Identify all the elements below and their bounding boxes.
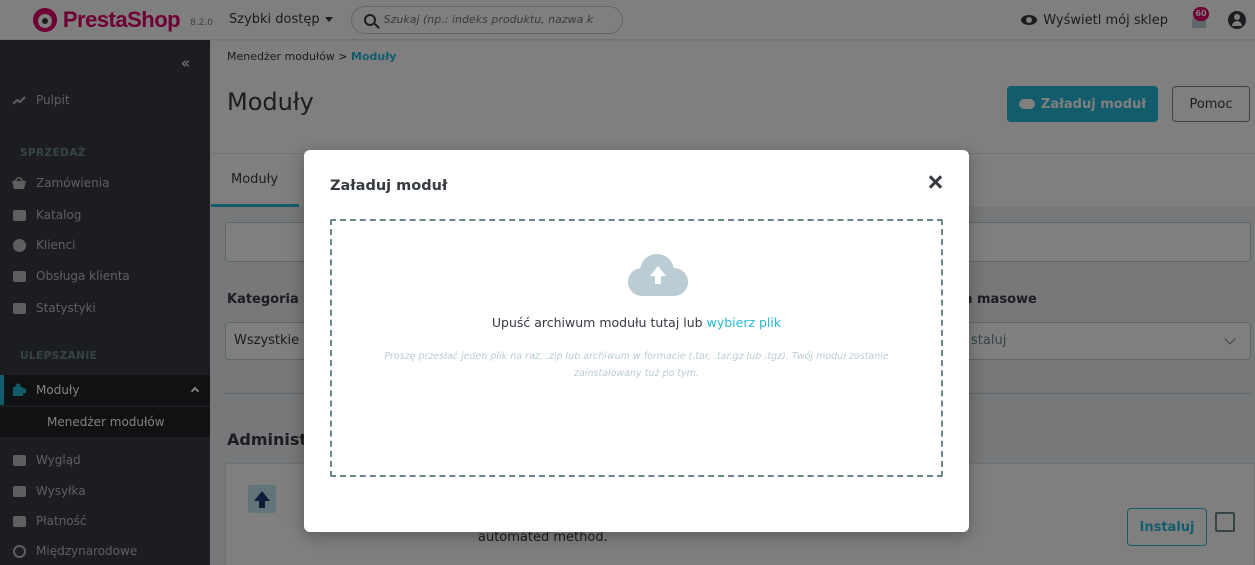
dropzone-hint: Proszę przesłać jeden plik na raz, .zip … <box>384 351 889 379</box>
dropzone-instruction: Upuść archiwum modułu tutaj lub <box>491 315 703 330</box>
choose-file-link[interactable]: wybierz plik <box>707 315 782 330</box>
cloud-upload-icon <box>628 254 688 296</box>
close-icon[interactable] <box>927 174 943 190</box>
file-dropzone[interactable]: Upuść archiwum modułu tutaj lub wybierz … <box>330 219 943 477</box>
modal-title: Załaduj moduł <box>330 178 448 194</box>
upload-module-modal: Załaduj moduł Upuść archiwum modułu tuta… <box>304 150 969 532</box>
dropzone-text: Upuść archiwum modułu tutaj lub wybierz … <box>332 315 941 330</box>
